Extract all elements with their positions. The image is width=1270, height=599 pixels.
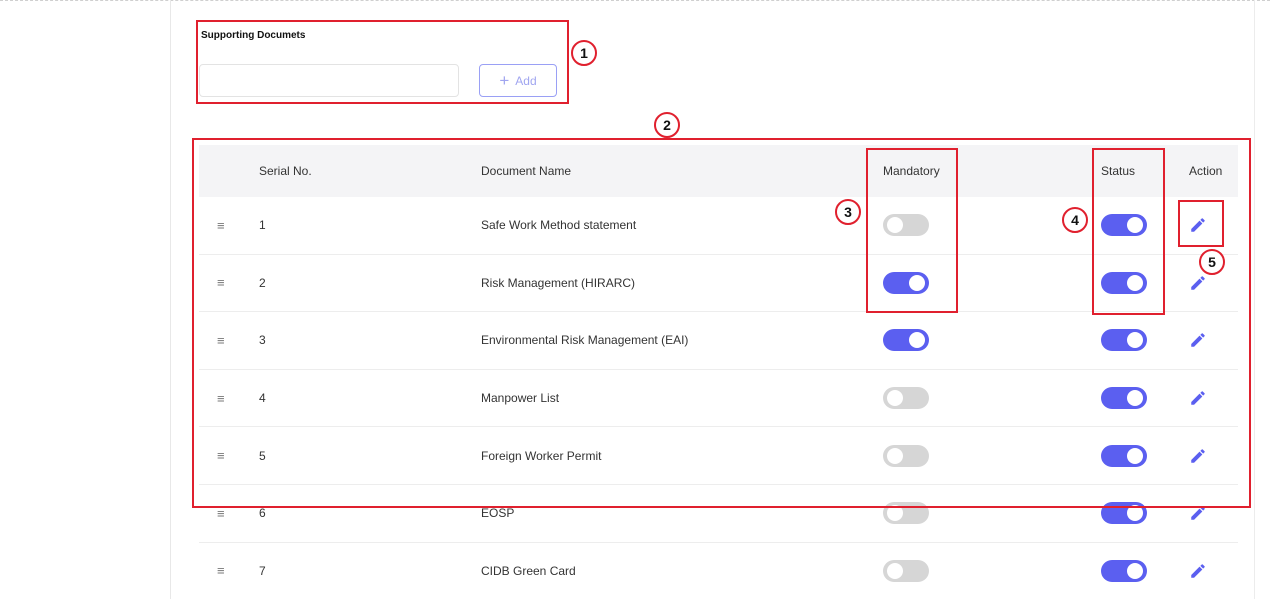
annotation-badge-1: 1 xyxy=(571,40,597,66)
annotation-badge-3: 3 xyxy=(835,199,861,225)
annotation-badge-2: 2 xyxy=(654,112,680,138)
top-dashed-border xyxy=(0,0,1270,2)
status-toggle[interactable] xyxy=(1101,559,1147,582)
annotation-box-4 xyxy=(1092,148,1165,315)
annotation-badge-5: 5 xyxy=(1199,249,1225,275)
right-divider xyxy=(1254,0,1255,599)
serial-cell: 6 xyxy=(259,506,266,521)
mandatory-toggle[interactable] xyxy=(883,559,929,582)
drag-handle-icon[interactable]: ≡ xyxy=(199,563,259,578)
annotation-box-1 xyxy=(196,20,569,104)
annotation-box-3 xyxy=(866,148,958,313)
drag-handle-icon[interactable]: ≡ xyxy=(199,506,259,521)
table-row: ≡ 7 CIDB Green Card xyxy=(199,542,1238,599)
annotation-box-5 xyxy=(1178,200,1224,247)
document-name-cell: CIDB Green Card xyxy=(481,563,576,578)
left-divider xyxy=(170,0,171,599)
pencil-icon[interactable] xyxy=(1189,562,1207,580)
annotation-badge-4: 4 xyxy=(1062,207,1088,233)
serial-cell: 7 xyxy=(259,563,266,578)
document-name-cell: EOSP xyxy=(481,506,515,521)
